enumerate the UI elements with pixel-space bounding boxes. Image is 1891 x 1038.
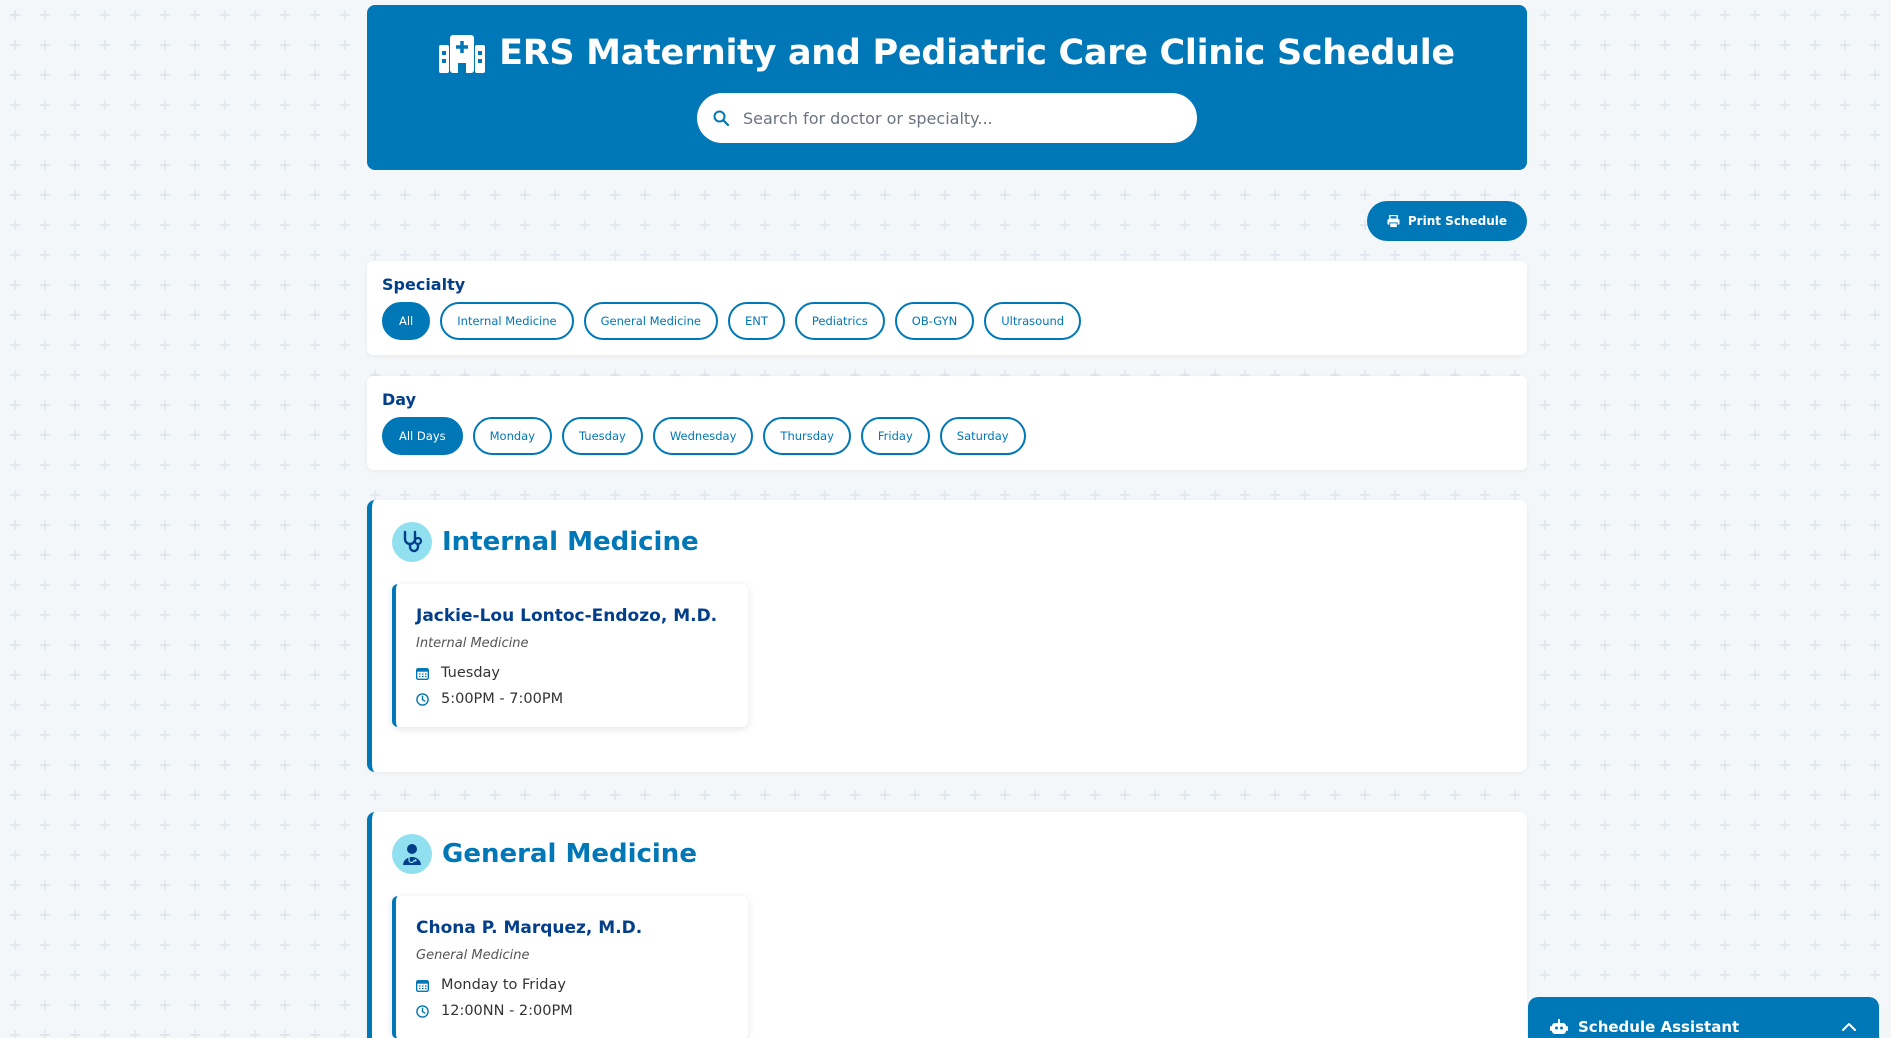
doctor-icon <box>392 834 432 874</box>
day-chip-thursday[interactable]: Thursday <box>763 417 851 455</box>
day-chip-monday[interactable]: Monday <box>472 417 553 455</box>
doctor-days: Monday to Friday <box>441 977 566 993</box>
section-header: General Medicine <box>392 834 1503 874</box>
title-row: ERS Maternity and Pediatric Care Clinic … <box>439 33 1455 73</box>
calendar-icon <box>416 667 429 680</box>
print-row: Print Schedule <box>367 201 1527 241</box>
print-schedule-button[interactable]: Print Schedule <box>1366 201 1527 241</box>
search-icon <box>713 110 729 126</box>
calendar-icon <box>416 979 429 992</box>
search-input[interactable] <box>743 108 1163 128</box>
doctor-specialty: General Medicine <box>416 948 530 963</box>
printer-icon <box>1387 214 1400 228</box>
main-container: ERS Maternity and Pediatric Care Clinic … <box>367 5 1527 1038</box>
day-chip-friday[interactable]: Friday <box>860 417 930 455</box>
specialty-chip-general-medicine[interactable]: General Medicine <box>583 302 718 340</box>
doctor-days-row: Tuesday <box>416 665 728 681</box>
doctor-days: Tuesday <box>441 665 500 681</box>
search-bar[interactable] <box>697 93 1197 143</box>
doctor-specialty: Internal Medicine <box>416 636 529 651</box>
print-schedule-label: Print Schedule <box>1407 214 1507 228</box>
section-general-medicine: General Medicine Chona P. Marquez, M.D. … <box>367 812 1527 1038</box>
specialty-filter: Specialty All Internal Medicine General … <box>367 261 1527 355</box>
schedule-assistant-bar[interactable]: Schedule Assistant <box>1528 997 1879 1038</box>
doctor-card: Jackie-Lou Lontoc-Endozo, M.D. Internal … <box>392 584 748 727</box>
section-title: Internal Medicine <box>442 527 699 557</box>
page-title: ERS Maternity and Pediatric Care Clinic … <box>499 33 1455 73</box>
doctor-name: Jackie-Lou Lontoc-Endozo, M.D. <box>416 606 718 626</box>
specialty-filter-heading: Specialty <box>382 275 466 294</box>
section-header: Internal Medicine <box>392 522 1503 562</box>
specialty-chip-all[interactable]: All <box>382 302 431 340</box>
specialty-chip-ent[interactable]: ENT <box>727 302 785 340</box>
doctor-days-row: Monday to Friday <box>416 977 728 993</box>
doctor-card: Chona P. Marquez, M.D. General Medicine … <box>392 896 748 1038</box>
day-filter-heading: Day <box>382 390 417 409</box>
doctor-hours-row: 5:00PM - 7:00PM <box>416 691 728 707</box>
specialty-chip-pediatrics[interactable]: Pediatrics <box>794 302 885 340</box>
specialty-chip-ob-gyn[interactable]: OB-GYN <box>894 302 975 340</box>
day-chip-all-days[interactable]: All Days <box>382 417 463 455</box>
specialty-chip-ultrasound[interactable]: Ultrasound <box>984 302 1082 340</box>
chevron-up-icon[interactable] <box>1841 1022 1857 1032</box>
schedule-assistant-label: Schedule Assistant <box>1578 1018 1740 1036</box>
doctor-hours: 12:00NN - 2:00PM <box>441 1003 573 1019</box>
day-chip-saturday[interactable]: Saturday <box>939 417 1026 455</box>
specialty-chips: All Internal Medicine General Medicine E… <box>382 302 1512 340</box>
clock-icon <box>416 692 429 706</box>
specialty-chip-internal-medicine[interactable]: Internal Medicine <box>440 302 574 340</box>
stethoscope-icon <box>392 522 432 562</box>
doctor-hours: 5:00PM - 7:00PM <box>441 691 564 707</box>
section-internal-medicine: Internal Medicine Jackie-Lou Lontoc-Endo… <box>367 500 1527 772</box>
doctor-hours-row: 12:00NN - 2:00PM <box>416 1003 728 1019</box>
day-chips: All Days Monday Tuesday Wednesday Thursd… <box>382 417 1512 455</box>
clock-icon <box>416 1004 429 1018</box>
page-header: ERS Maternity and Pediatric Care Clinic … <box>367 5 1527 170</box>
doctor-name: Chona P. Marquez, M.D. <box>416 918 643 938</box>
robot-icon <box>1550 1019 1568 1034</box>
day-filter: Day All Days Monday Tuesday Wednesday Th… <box>367 376 1527 470</box>
day-chip-wednesday[interactable]: Wednesday <box>652 417 754 455</box>
section-title: General Medicine <box>442 839 697 869</box>
hospital-icon <box>439 35 486 73</box>
day-chip-tuesday[interactable]: Tuesday <box>562 417 643 455</box>
